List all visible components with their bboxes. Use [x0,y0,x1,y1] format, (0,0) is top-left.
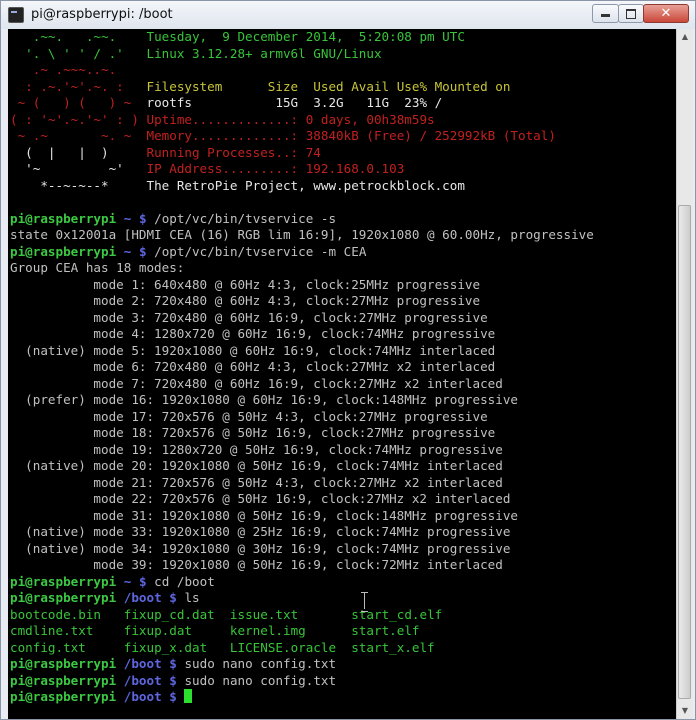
ls-entry: LICENSE.oracle [229,639,337,655]
terminal-window: pi@raspberrypi: /boot ✕ .~~. .~~. Tuesda… [0,0,696,720]
output-line: (native) mode 20: 1920x1080 @ 50Hz 16:9,… [10,458,503,473]
prompt-dir: /boot [123,672,162,688]
motd-line: Memory.............: 38840kB (Free) / 25… [146,128,556,143]
command-text: ls [184,590,200,605]
output-line: mode 22: 720x576 @ 50Hz 16:9, clock:27MH… [10,491,511,506]
window-title: pi@raspberrypi: /boot [31,7,173,22]
output-line: (native) mode 34: 1920x1080 @ 30Hz 16:9,… [10,540,511,556]
ls-entry: bootcode.bin [10,606,101,622]
vertical-scrollbar[interactable]: ▲ ▼ [676,29,693,719]
prompt-user-host: pi@raspberrypi [10,672,117,688]
prompt-dir: /boot [123,689,162,704]
ls-entry: fixup.dat [123,623,192,638]
motd-line: The RetroPie Project, www.petrockblock.c… [146,177,465,193]
ls-entry: issue.txt [229,606,299,622]
ls-entry: cmdline.txt [10,623,94,638]
output-line: mode 18: 720x576 @ 50Hz 16:9, clock:27MH… [10,425,496,440]
logo-art-line: '~ ~' [10,161,147,176]
output-line: mode 6: 720x480 @ 60Hz 4:3, clock:27MHz … [10,359,496,374]
logo-art-line: .~~. .~~. [10,29,147,44]
prompt-user-host: pi@raspberrypi [10,210,117,226]
prompt-symbol: $ [138,210,147,226]
prompt-user-host: pi@raspberrypi [10,689,117,704]
ls-entry: fixup_cd.dat [123,606,215,622]
prompt-symbol: $ [138,573,147,589]
prompt-symbol: $ [169,689,177,704]
prompt-dir: ~ [123,243,132,259]
motd-line: IP Address.........: 192.168.0.103 [146,161,405,176]
ls-entry: start.elf [351,623,420,638]
prompt-dir: /boot [123,656,162,671]
scroll-up-arrow-icon[interactable]: ▲ [677,29,693,45]
motd-line: Uptime.............: 0 days, 00h38m59s [146,111,435,127]
output-line: (native) mode 33: 1920x1080 @ 25Hz 16:9,… [10,524,511,539]
prompt-user-host: pi@raspberrypi [10,243,117,259]
output-line: state 0x12001a [HDMI CEA (16) RGB lim 16… [10,227,594,242]
logo-art-line: ~ .~ ~. ~ [10,128,147,143]
close-button[interactable]: ✕ [643,4,689,23]
scroll-thumb[interactable] [678,205,691,699]
ls-entry: config.txt [10,639,86,655]
maximize-icon [626,9,636,19]
output-line: (prefer) mode 16: 1920x1080 @ 60Hz 16:9,… [10,392,518,407]
prompt-dir: /boot [123,590,162,605]
prompt-dir: ~ [123,573,132,589]
terminal-text[interactable]: .~~. .~~. Tuesday, 9 December 2014, 5:20… [8,29,676,706]
command-text: /opt/vc/bin/tvservice -s [154,210,337,226]
logo-art-line: '. \ ' ' / .' [10,45,147,61]
prompt-dir: ~ [123,210,132,226]
maximize-button[interactable] [618,4,644,23]
text-cursor [184,689,193,703]
terminal-app-icon[interactable] [8,7,24,23]
output-line: mode 19: 1280x720 @ 50Hz 16:9, clock:74M… [10,441,503,457]
prompt-symbol: $ [169,590,177,605]
title-bar[interactable]: pi@raspberrypi: /boot ✕ [1,1,695,29]
output-line: Group CEA has 18 modes: [10,260,185,275]
motd-line: Tuesday, 9 December 2014, 5:20:08 pm UTC [146,29,465,44]
logo-art-line: : .~.'~'.~. : [10,78,147,94]
output-line: mode 21: 720x576 @ 50Hz 4:3, clock:27MHz… [10,474,503,490]
ibeam-cursor-icon [360,591,370,612]
prompt-symbol: $ [169,656,177,671]
output-line: mode 1: 640x480 @ 60Hz 4:3, clock:25MHz … [10,276,481,292]
output-line: mode 39: 1920x1080 @ 50Hz 16:9, clock:72… [10,557,503,572]
prompt-user-host: pi@raspberrypi [10,590,117,605]
ls-entry: kernel.img [229,623,306,638]
logo-art-line: ( | | ) [10,144,147,160]
command-text: sudo nano config.txt [184,656,337,671]
logo-art-line: ~ ( ) ( ) ~ [10,95,147,110]
output-line: mode 7: 720x480 @ 60Hz 16:9, clock:27MHz… [10,375,503,391]
minimize-icon [601,14,610,17]
prompt-symbol: $ [138,243,147,259]
terminal-output[interactable]: .~~. .~~. Tuesday, 9 December 2014, 5:20… [8,29,676,719]
motd-line: Filesystem Size Used Avail Use% Mounted … [146,78,511,94]
logo-art-line: .~ .~~~..~. [10,62,147,77]
output-line: (native) mode 5: 1920x1080 @ 60Hz 16:9, … [10,342,496,358]
output-line: mode 31: 1920x1080 @ 50Hz 16:9, clock:14… [10,507,518,523]
prompt-user-host: pi@raspberrypi [10,573,117,589]
close-icon: ✕ [660,6,672,21]
output-line: mode 4: 1280x720 @ 60Hz 16:9, clock:74MH… [10,326,496,341]
minimize-button[interactable] [592,4,619,23]
motd-line: Running Processes..: 74 [146,144,321,160]
logo-art-line: *--~-~--* [10,177,147,193]
ls-entry: fixup_x.dat [123,639,208,655]
scroll-down-arrow-icon[interactable]: ▼ [677,703,693,719]
prompt-symbol: $ [169,672,177,688]
output-line: mode 3: 720x480 @ 60Hz 16:9, clock:27MHz… [10,309,488,325]
motd-line: Linux 3.12.28+ armv6l GNU/Linux [146,45,382,61]
output-line: mode 2: 720x480 @ 60Hz 4:3, clock:27MHz … [10,293,481,308]
ls-entry: start_x.elf [351,639,435,655]
command-text: cd /boot [154,573,215,589]
command-text: sudo nano config.txt [184,672,337,688]
logo-art-line: ( : '~'.~.'~' : ) [10,111,147,127]
motd-line: rootfs 15G 3.2G 11G 23% / [146,95,443,110]
command-text: /opt/vc/bin/tvservice -m CEA [154,243,367,259]
output-line: mode 17: 720x576 @ 50Hz 4:3, clock:27MHz… [10,408,488,424]
prompt-user-host: pi@raspberrypi [10,656,117,671]
